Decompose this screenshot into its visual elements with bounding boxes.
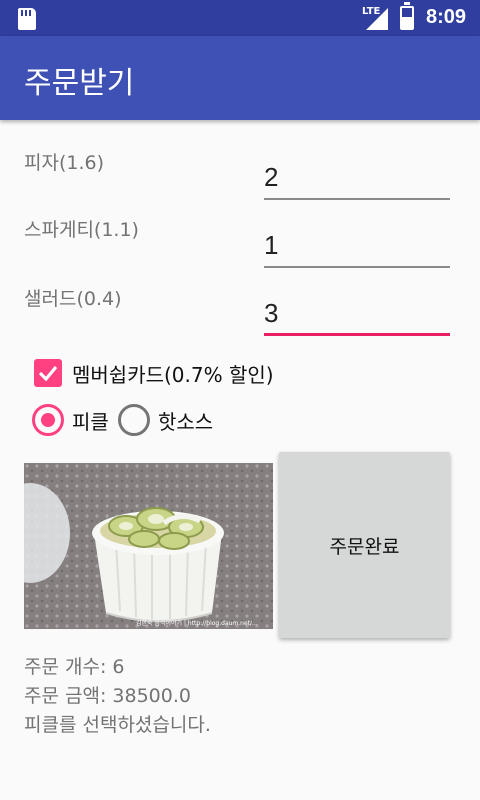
spaghetti-quantity-input[interactable]: 1 <box>264 228 450 268</box>
hot-sauce-radio[interactable] <box>118 404 150 436</box>
pizza-label: 피자(1.6) <box>24 152 105 174</box>
membership-checkbox[interactable] <box>34 359 62 387</box>
app-title: 주문받기 <box>24 66 135 101</box>
status-bar: LTE 8:09 <box>0 0 480 36</box>
salad-quantity-input[interactable]: 3 <box>264 296 450 336</box>
order-count-text: 주문 개수: 6 <box>24 656 125 678</box>
spaghetti-quantity-value: 1 <box>264 230 279 260</box>
sauce-selection-text: 피클를 선택하셨습니다. <box>24 714 211 736</box>
pickle-radio-label[interactable]: 피클 <box>72 406 109 435</box>
salad-label: 샐러드(0.4) <box>24 288 122 310</box>
sd-card-icon <box>18 8 36 30</box>
pizza-quantity-value: 2 <box>264 162 279 192</box>
spaghetti-label: 스파게티(1.1) <box>24 219 139 241</box>
pizza-quantity-input[interactable]: 2 <box>264 160 450 200</box>
pickle-radio[interactable] <box>32 404 64 436</box>
signal-icon <box>366 8 388 30</box>
photo-watermark: 김한숙 음식이야기 | http://blog.daum.net/... <box>136 619 258 627</box>
app-bar: 주문받기 <box>0 36 480 120</box>
battery-icon <box>400 2 414 30</box>
membership-checkbox-label[interactable]: 멤버쉽카드(0.7% 할인) <box>72 359 274 388</box>
pickle-image: 김한숙 음식이야기 | http://blog.daum.net/... <box>24 463 273 629</box>
order-complete-button[interactable]: 주문완료 <box>279 452 450 638</box>
salad-quantity-value: 3 <box>264 298 279 328</box>
checkmark-icon <box>38 365 58 382</box>
status-clock: 8:09 <box>426 6 467 28</box>
hot-sauce-radio-label[interactable]: 핫소스 <box>158 406 213 435</box>
order-price-text: 주문 금액: 38500.0 <box>24 685 191 707</box>
